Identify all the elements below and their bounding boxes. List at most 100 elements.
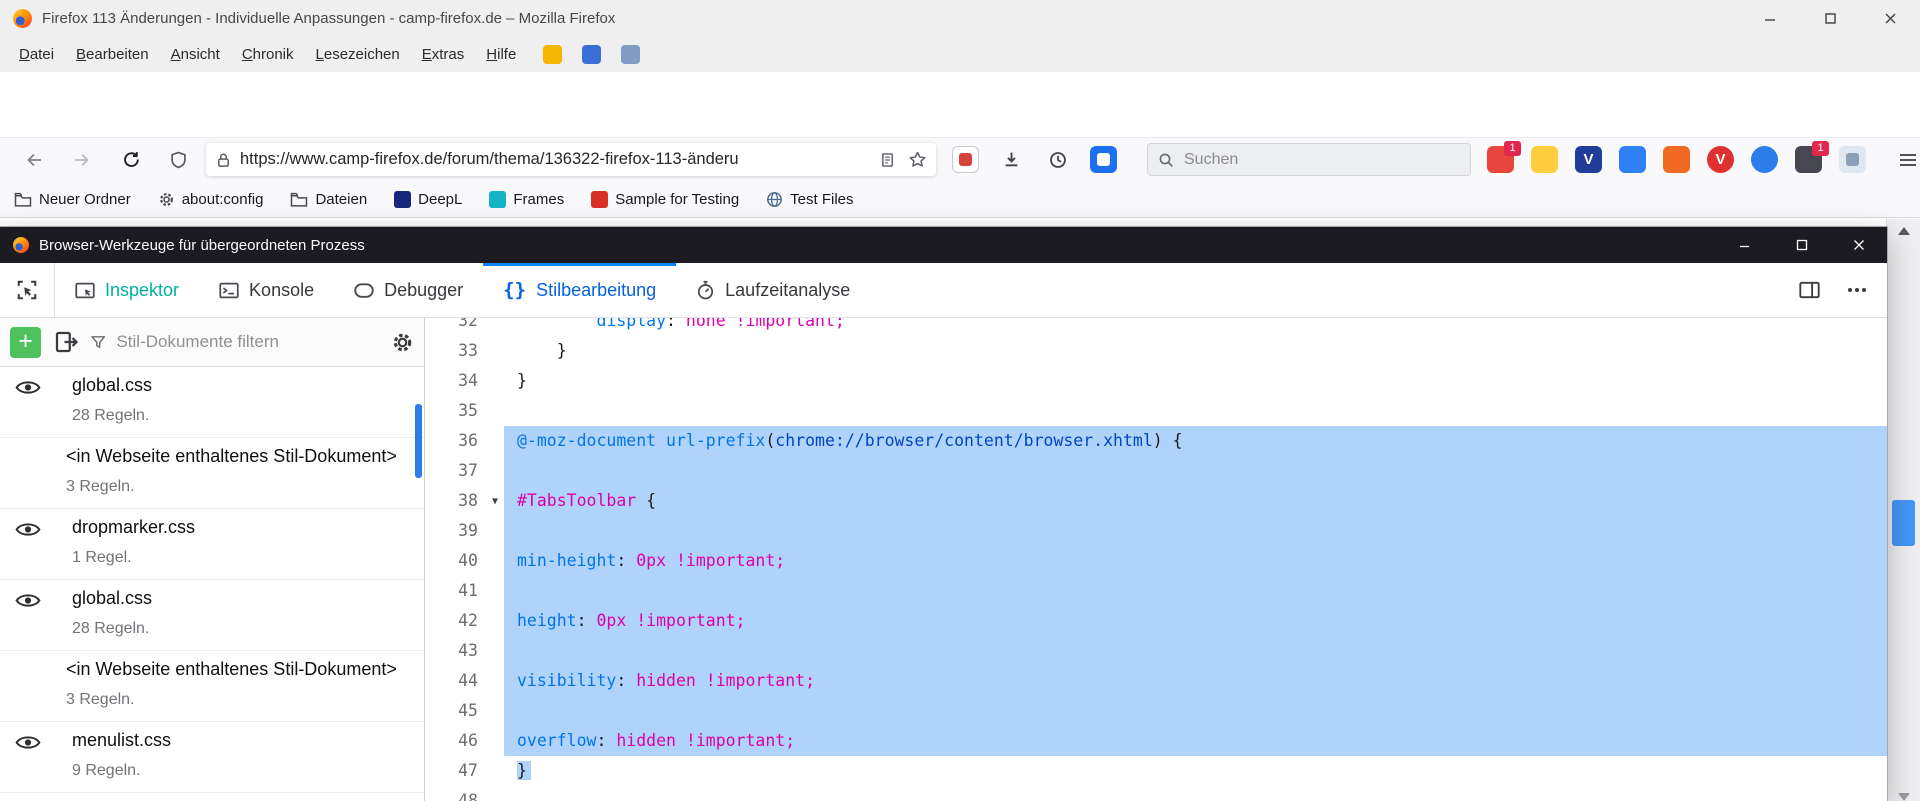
minimize-button[interactable] [1740,0,1800,37]
blue-extension-icon[interactable] [1090,146,1117,173]
new-stylesheet-button[interactable]: + [10,327,41,358]
v-red-extension-icon[interactable]: V [1707,146,1734,173]
devtools-maximize-button[interactable] [1773,227,1830,263]
url-bar[interactable]: https://www.camp-firefox.de/forum/thema/… [206,143,936,176]
visibility-eye-icon[interactable] [15,379,41,396]
menu-item-ansicht[interactable]: Ansicht [160,46,231,63]
devtools-minimize-button[interactable] [1716,227,1773,263]
code-line[interactable]: } [504,756,1887,786]
visibility-eye-icon[interactable] [15,734,41,751]
menu-item-datei[interactable]: Datei [8,46,65,63]
tab-performance[interactable]: Laufzeitanalyse [676,263,870,317]
bookmark-test-files[interactable]: Test Files [766,191,853,208]
emoji-extension-icon[interactable] [1531,146,1558,173]
devtools-window-controls [1716,227,1887,263]
code-line[interactable] [504,696,1887,726]
stylesheet-filter-input[interactable] [114,331,378,353]
app-menu-button[interactable] [1890,142,1920,178]
split-console-button[interactable] [1787,268,1831,312]
bookmark-sample-for-testing[interactable]: Sample for Testing [591,191,739,208]
code-line[interactable]: visibility: hidden !important; [504,666,1887,696]
v-navy-extension-icon[interactable]: V [1575,146,1602,173]
code-line[interactable]: #TabsToolbar { [504,486,1887,516]
menu-item-extras[interactable]: Extras [411,46,476,63]
orange-extension-icon[interactable] [1663,146,1690,173]
translate-extension-icon[interactable] [1751,146,1778,173]
bookmark-dateien[interactable]: Dateien [290,191,367,208]
devtools-close-button[interactable] [1830,227,1887,263]
fold-arrow-icon[interactable]: ▼ [492,487,498,517]
menu-item-chronik[interactable]: Chronik [231,46,305,63]
maximize-button[interactable] [1800,0,1860,37]
code-line[interactable]: } [504,366,1887,396]
code-line[interactable] [504,516,1887,546]
devtools-meatball-menu-button[interactable] [1835,268,1879,312]
tracking-protection-shield-icon[interactable] [154,142,202,178]
sidebar-scrollbar-thumb[interactable] [415,404,422,478]
code-token: 0px !important; [596,611,745,630]
forward-button[interactable] [58,142,106,178]
page-tools-extension-icon[interactable] [952,146,979,173]
style-editor-braces-icon: {} [503,279,526,301]
code-line[interactable]: min-height: 0px !important; [504,546,1887,576]
code-line[interactable] [504,786,1887,801]
search-input[interactable] [1182,150,1436,170]
reader-mode-icon[interactable] [880,152,895,168]
close-button[interactable] [1860,0,1920,37]
bookmark-star-icon[interactable] [909,151,926,168]
tab-styleeditor[interactable]: {}Stilbearbeitung [483,263,676,317]
page-scrollbar[interactable] [1886,219,1920,801]
code-line[interactable] [504,396,1887,426]
bookmark-about-config[interactable]: about:config [158,191,264,208]
code-line[interactable]: } [504,336,1887,366]
stylesheet-item[interactable]: global.css28 Regeln. [0,580,424,651]
notes-addon-icon[interactable] [543,45,562,64]
stylesheet-item[interactable]: dropmarker.css1 Regel. [0,509,424,580]
style-editor-options-gear-icon[interactable] [391,331,414,354]
code-line[interactable]: @-moz-document url-prefix(chrome://brows… [504,426,1887,456]
menu-item-lesezeichen[interactable]: Lesezeichen [305,46,411,63]
visibility-eye-icon[interactable] [15,521,41,538]
url-text[interactable]: https://www.camp-firefox.de/forum/thema/… [240,150,880,169]
stylesheet-item[interactable]: <in Webseite enthaltenes Stil-Dokument>3… [0,651,424,722]
tab-inspector[interactable]: Inspektor [55,263,199,317]
stylesheet-item[interactable]: global.css28 Regeln. [0,367,424,438]
tab-console[interactable]: Konsole [199,263,334,317]
back-button[interactable] [10,142,58,178]
scrollbar-thumb[interactable] [1892,500,1915,546]
stylesheet-item[interactable]: menulist.css9 Regeln. [0,722,424,793]
screenshot-extension-icon[interactable] [1839,146,1866,173]
stylesheet-filter[interactable] [91,331,378,353]
downloads-button[interactable] [996,142,1026,178]
bookmark-deepl[interactable]: DeepL [394,191,462,208]
reload-button[interactable] [106,142,154,178]
code-line[interactable] [504,456,1887,486]
css-code-editor[interactable]: 32 display: none !important;33 }34}3536@… [426,318,1887,801]
pick-element-button[interactable] [0,263,55,317]
search-bar[interactable] [1147,143,1471,176]
lightning-extension-icon[interactable] [1619,146,1646,173]
menu-item-hilfe[interactable]: Hilfe [475,46,527,63]
grid-addon-icon[interactable] [582,45,601,64]
stylesheet-item[interactable]: <in Webseite enthaltenes Stil-Dokument>3… [0,438,424,509]
blue-extension-icon-mark [1097,153,1110,166]
history-clock-button[interactable] [1043,142,1073,178]
code-token: : [616,551,636,570]
code-line[interactable]: overflow: hidden !important; [504,726,1887,756]
dark-extension-icon[interactable]: 1 [1795,146,1822,173]
menu-item-bearbeiten[interactable]: Bearbeiten [65,46,160,63]
line-number: 38▼ [426,486,504,516]
code-line[interactable]: display: none !important; [504,318,1887,336]
code-line[interactable]: height: 0px !important; [504,606,1887,636]
import-stylesheet-button[interactable] [54,330,78,354]
code-token: visibility [517,671,616,690]
visibility-eye-icon[interactable] [15,592,41,609]
bookmark-neuer-ordner[interactable]: Neuer Ordner [14,191,131,208]
shopping-extension-icon[interactable]: 1 [1487,146,1514,173]
devices-addon-icon[interactable] [621,45,640,64]
tab-debugger[interactable]: Debugger [334,263,483,317]
code-line[interactable] [504,636,1887,666]
bookmark-frames[interactable]: Frames [489,191,564,208]
code-lines: 32 display: none !important;33 }34}3536@… [426,318,1887,801]
code-line[interactable] [504,576,1887,606]
